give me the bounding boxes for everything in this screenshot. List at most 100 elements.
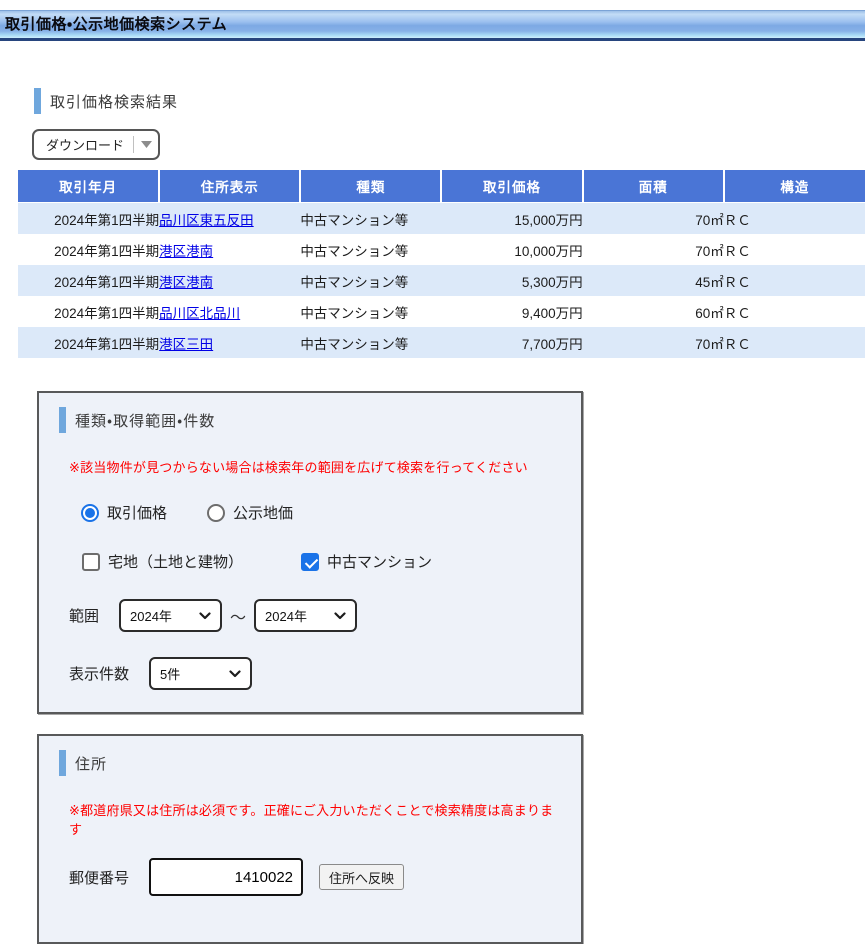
price-type-radio-group: 取引価格 公示地価: [81, 502, 561, 523]
table-cell: 10,000万円: [441, 234, 582, 265]
column-header-period: 取引年月: [18, 170, 159, 203]
table-row: 2024年第1四半期品川区北品川 中古マンション等9,400万円60㎡ＲＣ: [18, 296, 865, 327]
display-count-row: 表示件数 5件: [69, 657, 561, 690]
heading-accent-bar: [34, 88, 41, 114]
year-range-row: 範囲 2024年 ～ 2024年: [69, 599, 561, 632]
postal-code-row: 郵便番号 住所へ反映: [69, 858, 561, 896]
table-cell: 港区三田: [159, 327, 300, 358]
table-cell: 2024年第1四半期: [18, 296, 159, 327]
column-header-type: 種類: [300, 170, 441, 203]
table-cell: 中古マンション等: [300, 265, 441, 296]
table-cell: 7,700万円: [441, 327, 582, 358]
table-row: 2024年第1四半期品川区東五反田 中古マンション等15,000万円70㎡ＲＣ: [18, 203, 865, 235]
column-header-structure: 構造: [724, 170, 865, 203]
table-cell: ＲＣ: [724, 234, 865, 265]
address-link[interactable]: 港区三田: [159, 337, 213, 352]
table-cell: 港区港南: [159, 234, 300, 265]
table-cell: ＲＣ: [724, 296, 865, 327]
radio-label: 公示地価: [233, 502, 293, 523]
table-row: 2024年第1四半期港区港南 中古マンション等5,300万円45㎡ＲＣ: [18, 265, 865, 296]
table-cell: 品川区東五反田: [159, 203, 300, 235]
address-link[interactable]: 品川区東五反田: [159, 213, 254, 228]
radio-transaction-price[interactable]: 取引価格: [81, 502, 167, 523]
range-label: 範囲: [69, 605, 99, 626]
address-link[interactable]: 品川区北品川: [159, 306, 240, 321]
results-section-heading: 取引価格検索結果: [34, 88, 865, 114]
criteria-note: ※該当物件が見つからない場合は検索年の範囲を広げて検索を行ってください: [69, 457, 561, 476]
table-cell: 70㎡: [583, 203, 724, 235]
address-note: ※都道府県又は住所は必須です。正確にご入力いただくことで検索精度は高まります: [69, 800, 561, 838]
table-row: 2024年第1四半期港区港南 中古マンション等10,000万円70㎡ＲＣ: [18, 234, 865, 265]
heading-accent-bar: [59, 407, 66, 433]
reflect-to-address-button[interactable]: 住所へ反映: [319, 864, 404, 890]
results-table: 取引年月 住所表示 種類 取引価格 面積 構造 2024年第1四半期品川区東五反…: [18, 170, 865, 358]
checkbox-icon[interactable]: [301, 553, 319, 571]
address-link[interactable]: 港区港南: [159, 275, 213, 290]
display-count-value: 5件: [160, 664, 180, 683]
table-cell: 中古マンション等: [300, 234, 441, 265]
app-title: 取引価格・公示地価検索システム: [5, 16, 227, 33]
property-type-checkbox-group: 宅地（土地と建物） 中古マンション: [82, 551, 561, 572]
heading-accent-bar: [59, 750, 66, 776]
table-cell: 45㎡: [583, 265, 724, 296]
checkbox-used-condo[interactable]: 中古マンション: [301, 551, 432, 572]
radio-icon[interactable]: [207, 504, 225, 522]
criteria-heading: 種類・取得範囲・件数: [59, 407, 561, 433]
table-cell: ＲＣ: [724, 265, 865, 296]
chevron-down-icon: [199, 612, 211, 620]
address-heading: 住所: [59, 750, 561, 776]
table-cell: ＲＣ: [724, 203, 865, 235]
table-cell: 品川区北品川: [159, 296, 300, 327]
table-cell: 2024年第1四半期: [18, 327, 159, 358]
table-cell: 60㎡: [583, 296, 724, 327]
radio-label: 取引価格: [107, 502, 167, 523]
download-dropdown-arrow[interactable]: [134, 141, 158, 148]
criteria-heading-text: 種類・取得範囲・件数: [75, 410, 215, 431]
results-table-body: 2024年第1四半期品川区東五反田中古マンション等15,000万円70㎡ＲＣ20…: [18, 203, 865, 359]
table-cell: 5,300万円: [441, 265, 582, 296]
triangle-down-icon: [141, 141, 152, 148]
chevron-down-icon: [334, 612, 346, 620]
column-header-area: 面積: [583, 170, 724, 203]
address-heading-text: 住所: [75, 753, 107, 774]
radio-posted-land-price[interactable]: 公示地価: [207, 502, 293, 523]
download-button[interactable]: ダウンロード: [32, 129, 160, 160]
checkbox-label: 宅地（土地と建物）: [108, 551, 243, 572]
year-from-value: 2024年: [130, 606, 172, 625]
table-header-row: 取引年月 住所表示 種類 取引価格 面積 構造: [18, 170, 865, 203]
results-heading-text: 取引価格検索結果: [50, 91, 178, 112]
table-cell: 2024年第1四半期: [18, 203, 159, 235]
table-cell: 中古マンション等: [300, 296, 441, 327]
criteria-section: 種類・取得範囲・件数 ※該当物件が見つからない場合は検索年の範囲を広げて検索を行…: [37, 391, 583, 714]
table-cell: 中古マンション等: [300, 203, 441, 235]
table-row: 2024年第1四半期港区三田 中古マンション等7,700万円70㎡ＲＣ: [18, 327, 865, 358]
table-cell: 9,400万円: [441, 296, 582, 327]
table-cell: 中古マンション等: [300, 327, 441, 358]
table-cell: 2024年第1四半期: [18, 234, 159, 265]
checkbox-residential-land[interactable]: 宅地（土地と建物）: [82, 551, 243, 572]
postal-code-input[interactable]: [149, 858, 303, 896]
year-from-select[interactable]: 2024年: [119, 599, 222, 632]
table-cell: 港区港南: [159, 265, 300, 296]
app-title-bar: 取引価格・公示地価検索システム: [0, 10, 865, 41]
radio-icon[interactable]: [81, 504, 99, 522]
display-count-label: 表示件数: [69, 663, 129, 684]
postal-code-label: 郵便番号: [69, 867, 129, 888]
address-section: 住所 ※都道府県又は住所は必須です。正確にご入力いただくことで検索精度は高まりま…: [37, 734, 583, 944]
table-cell: ＲＣ: [724, 327, 865, 358]
table-cell: 70㎡: [583, 234, 724, 265]
range-separator: ～: [230, 604, 246, 628]
table-cell: 2024年第1四半期: [18, 265, 159, 296]
table-cell: 70㎡: [583, 327, 724, 358]
display-count-select[interactable]: 5件: [149, 657, 252, 690]
table-cell: 15,000万円: [441, 203, 582, 235]
column-header-price: 取引価格: [441, 170, 582, 203]
address-link[interactable]: 港区港南: [159, 244, 213, 259]
download-button-label: ダウンロード: [34, 135, 133, 154]
year-to-value: 2024年: [265, 606, 307, 625]
chevron-down-icon: [229, 670, 241, 678]
year-to-select[interactable]: 2024年: [254, 599, 357, 632]
column-header-address: 住所表示: [159, 170, 300, 203]
checkbox-icon[interactable]: [82, 553, 100, 571]
checkbox-label: 中古マンション: [327, 551, 432, 572]
